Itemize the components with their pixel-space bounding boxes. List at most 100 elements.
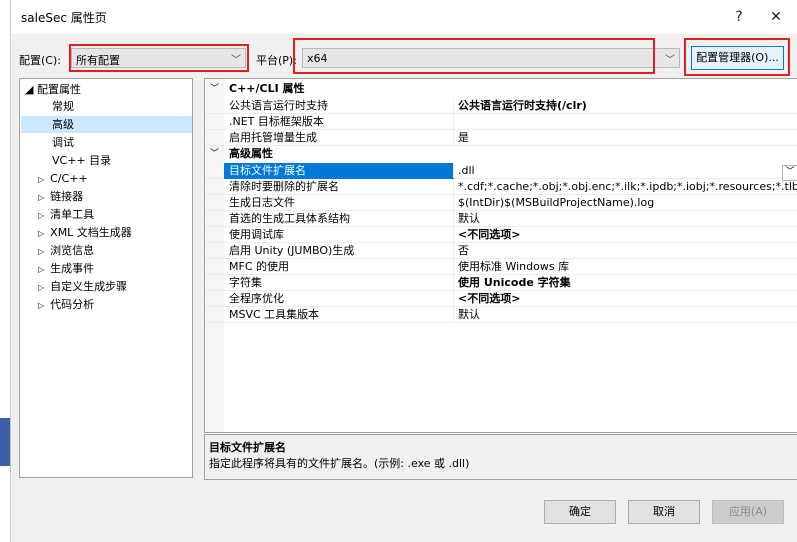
ok-button[interactable]: 确定 xyxy=(544,500,616,524)
tree-item-label: C/C++ xyxy=(50,172,88,185)
grid-row[interactable]: .NET 目标框架版本 xyxy=(205,114,797,130)
property-value[interactable]: 使用标准 Windows 库 xyxy=(453,259,797,274)
grid-row[interactable]: 全程序优化 <不同选项> xyxy=(205,291,797,307)
property-name: 启用托管增量生成 xyxy=(229,131,317,144)
property-name: 清除时要删除的扩展名 xyxy=(229,180,339,193)
property-name: 目标文件扩展名 xyxy=(224,163,454,179)
grid-category[interactable]: ﹀ C++/CLI 属性 xyxy=(205,81,797,97)
collapsed-triangle-icon: ▷ xyxy=(38,265,45,274)
chevron-down-icon: ﹀ xyxy=(665,55,675,66)
apply-button[interactable]: 应用(A) xyxy=(712,500,784,524)
grid-row[interactable]: MFC 的使用 使用标准 Windows 库 xyxy=(205,259,797,275)
property-value[interactable]: 是 xyxy=(453,130,797,145)
property-value[interactable]: <不同选项> xyxy=(453,227,797,242)
property-name: 首选的生成工具体系结构 xyxy=(229,212,350,225)
property-value[interactable] xyxy=(453,114,797,129)
property-grid: ﹀ C++/CLI 属性公共语言运行时支持 公共语言运行时支持(/clr) .NET … xyxy=(204,78,797,433)
grid-row[interactable]: 首选的生成工具体系结构 默认 xyxy=(205,211,797,227)
tree-item-label: XML 文档生成器 xyxy=(50,226,132,239)
tree-item-label: 自定义生成步骤 xyxy=(50,280,128,293)
config-label: 配置(C): xyxy=(19,54,61,67)
title-bar: saleSec 属性页 ? ✕ xyxy=(11,0,797,34)
property-name: 使用调试库 xyxy=(229,228,284,241)
description-text: 指定此程序将具有的文件扩展名。(示例: .exe 或 .dll) xyxy=(209,457,470,470)
manager-highlight-box xyxy=(684,38,790,76)
grid-row[interactable]: MSVC 工具集版本 默认 xyxy=(205,307,797,323)
grid-row[interactable]: 生成日志文件 $(IntDir)$(MSBuildProjectName).log xyxy=(205,195,797,211)
property-name: 启用 Unity (JUMBO)生成 xyxy=(229,244,355,257)
config-highlight-box xyxy=(69,44,249,72)
platform-highlight-box xyxy=(293,38,655,74)
tree-item-label: VC++ 目录 xyxy=(52,154,112,167)
property-value[interactable]: 否 xyxy=(453,243,797,258)
desktop-window-fragment xyxy=(0,418,10,466)
tree-item[interactable]: 调试 xyxy=(52,134,74,151)
property-value[interactable]: .dll xyxy=(453,163,797,178)
tree-item[interactable]: ▷ 浏览信息 xyxy=(38,242,94,259)
property-value[interactable]: $(IntDir)$(MSBuildProjectName).log xyxy=(453,195,797,210)
property-name: 公共语言运行时支持 xyxy=(229,99,328,112)
property-name: 字符集 xyxy=(229,276,262,289)
grid-row[interactable]: 清除时要删除的扩展名 *.cdf;*.cache;*.obj;*.obj.enc;… xyxy=(205,179,797,195)
tree-item-label: 生成事件 xyxy=(50,262,95,275)
window-title: saleSec 属性页 xyxy=(21,11,107,25)
property-name: MSVC 工具集版本 xyxy=(229,308,320,321)
tree-item-label: 浏览信息 xyxy=(50,244,95,257)
property-name: MFC 的使用 xyxy=(229,260,289,273)
property-name: 全程序优化 xyxy=(229,292,284,305)
collapsed-triangle-icon: ▷ xyxy=(38,193,45,202)
property-tree: ◢ 配置属性 常规高级调试 VC++ 目录 ▷ C/C++ ▷ 链接器 ▷ 清单工具 ▷ XML … xyxy=(19,78,193,478)
property-name: .NET 目标框架版本 xyxy=(229,115,324,128)
tree-item[interactable]: ▷ 自定义生成步骤 xyxy=(38,278,127,295)
tree-item[interactable]: ▷ 清单工具 xyxy=(38,206,94,223)
grid-row[interactable]: 字符集 使用 Unicode 字符集 xyxy=(205,275,797,291)
grid-category[interactable]: ﹀ 高级属性 xyxy=(205,146,797,162)
collapse-chevron-icon[interactable]: ﹀ xyxy=(210,81,219,97)
property-pages-dialog: saleSec 属性页 ? ✕ 配置(C): 所有配置 ﹀ 平台(P): x64… xyxy=(10,0,797,542)
description-panel: 目标文件扩展名 指定此程序将具有的文件扩展名。(示例: .exe 或 .dll) xyxy=(204,434,797,480)
help-button[interactable]: ? xyxy=(724,6,754,28)
collapsed-triangle-icon: ▷ xyxy=(38,175,45,184)
collapsed-triangle-icon: ▷ xyxy=(38,247,45,256)
cancel-button[interactable]: 取消 xyxy=(628,500,700,524)
collapsed-triangle-icon: ▷ xyxy=(38,229,45,238)
collapsed-triangle-icon: ▷ xyxy=(38,301,45,310)
tree-item-label: 链接器 xyxy=(50,190,84,203)
grid-row[interactable]: 目标文件扩展名 .dll xyxy=(205,163,797,179)
grid-row[interactable]: 启用 Unity (JUMBO)生成 否 xyxy=(205,243,797,259)
property-value[interactable]: 默认 xyxy=(453,211,797,226)
grid-row[interactable]: 启用托管增量生成 是 xyxy=(205,130,797,146)
property-name: 生成日志文件 xyxy=(229,196,295,209)
tree-item[interactable]: ▷ C/C++ xyxy=(38,170,88,187)
tree-item-label: 高级 xyxy=(52,118,74,131)
grid-row[interactable]: 公共语言运行时支持 公共语言运行时支持(/clr) xyxy=(205,98,797,114)
tree-item[interactable]: 高级 xyxy=(21,116,192,133)
grid-category-title: 高级属性 xyxy=(229,147,273,160)
description-title: 目标文件扩展名 xyxy=(209,441,286,454)
collapse-chevron-icon[interactable]: ﹀ xyxy=(210,146,219,162)
tree-item-label: 清单工具 xyxy=(50,208,95,221)
tree-item[interactable]: 常规 xyxy=(52,98,74,115)
tree-root[interactable]: ◢ 配置属性 xyxy=(25,81,81,98)
close-button[interactable]: ✕ xyxy=(761,6,791,28)
platform-label: 平台(P): xyxy=(256,54,297,67)
tree-item[interactable]: VC++ 目录 xyxy=(52,152,111,169)
tree-item-label: 常规 xyxy=(52,100,74,113)
collapsed-triangle-icon: ▷ xyxy=(38,283,45,292)
tree-item[interactable]: ▷ 代码分析 xyxy=(38,296,94,313)
tree-item-label: 调试 xyxy=(52,136,74,149)
tree-item[interactable]: ▷ 生成事件 xyxy=(38,260,94,277)
grid-row[interactable]: 使用调试库 <不同选项> xyxy=(205,227,797,243)
tree-item[interactable]: ▷ XML 文档生成器 xyxy=(38,224,132,241)
property-value[interactable]: <不同选项> xyxy=(453,291,797,306)
tree-item[interactable]: ▷ 链接器 xyxy=(38,188,83,205)
value-dropdown-button[interactable]: ﹀ xyxy=(782,165,797,181)
property-value[interactable]: 默认 xyxy=(453,307,797,322)
property-value[interactable]: *.cdf;*.cache;*.obj;*.obj.enc;*.ilk;*.ip… xyxy=(453,179,797,194)
tree-item-label: 代码分析 xyxy=(50,298,95,311)
collapsed-triangle-icon: ▷ xyxy=(38,211,45,220)
property-value[interactable]: 使用 Unicode 字符集 xyxy=(453,275,797,290)
grid-category-title: C++/CLI 属性 xyxy=(229,82,305,95)
expand-triangle-icon: ◢ xyxy=(25,83,34,96)
property-value[interactable]: 公共语言运行时支持(/clr) xyxy=(453,98,797,113)
